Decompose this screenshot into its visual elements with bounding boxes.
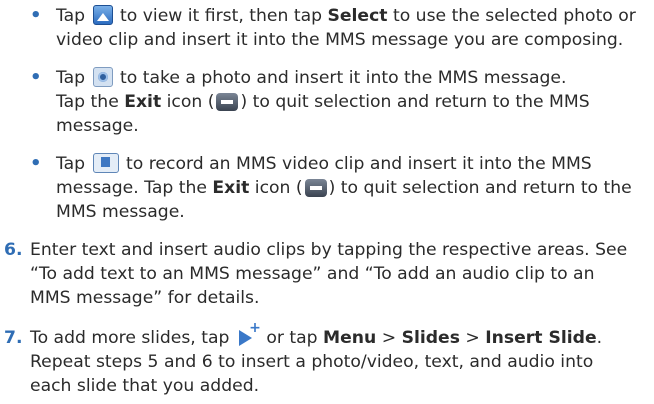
bullet-item-take-photo: • Tap to take a photo and insert it into… bbox=[30, 66, 650, 138]
add-slide-icon bbox=[237, 321, 261, 347]
bullet-item-record-video: • Tap to record an MMS video clip and in… bbox=[30, 152, 650, 224]
video-camera-icon bbox=[92, 153, 119, 173]
text-line: MMS message” for details. bbox=[30, 288, 260, 308]
step-number: 6. bbox=[4, 240, 23, 260]
bullet-item-view-photo: • Tap to view it first, then tap Select … bbox=[30, 4, 650, 52]
bullet-marker: • bbox=[30, 153, 42, 174]
text-line: MMS message. bbox=[56, 202, 185, 222]
step-number: 7. bbox=[4, 328, 23, 348]
text-line: Enter text and insert audio clips by tap… bbox=[30, 240, 628, 260]
view-photo-icon bbox=[92, 5, 113, 25]
text-line: message. bbox=[56, 116, 139, 136]
text-line: message. Tap the Exit icon () to quit se… bbox=[56, 178, 632, 198]
step-6: 6. Enter text and insert audio clips by … bbox=[4, 238, 650, 310]
text-line: Repeat steps 5 and 6 to insert a photo/v… bbox=[30, 352, 594, 372]
bullet-marker: • bbox=[30, 67, 42, 88]
exit-icon bbox=[304, 179, 327, 197]
step-7: 7. To add more slides, tap or tap Menu >… bbox=[4, 321, 650, 398]
text-line: Tap to take a photo and insert it into t… bbox=[56, 67, 567, 88]
bullet-marker: • bbox=[30, 5, 42, 26]
exit-icon bbox=[216, 93, 239, 111]
text-line: “To add text to an MMS message” and “To … bbox=[30, 264, 595, 284]
text-line: Tap to view it first, then tap Select to… bbox=[56, 5, 636, 26]
text-line: To add more slides, tap or tap Menu > Sl… bbox=[30, 321, 650, 350]
text-line: each slide that you added. bbox=[30, 376, 260, 396]
text-line: Tap the Exit icon () to quit selection a… bbox=[56, 92, 590, 112]
text-line: video clip and insert it into the MMS me… bbox=[56, 30, 624, 50]
camera-icon bbox=[92, 67, 113, 87]
text-line: Tap to record an MMS video clip and inse… bbox=[56, 153, 592, 174]
